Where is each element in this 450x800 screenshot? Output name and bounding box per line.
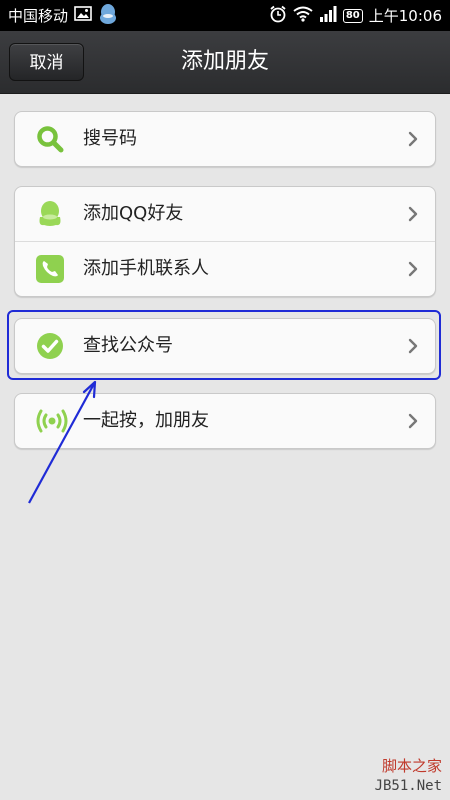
watermark-site-name: 脚本之家 [381, 757, 442, 775]
annotation-arrow-icon [28, 380, 97, 504]
watermark-domain: JB51.Net [374, 778, 442, 794]
watermark: 脚本之家 JB51.Net [375, 756, 442, 796]
